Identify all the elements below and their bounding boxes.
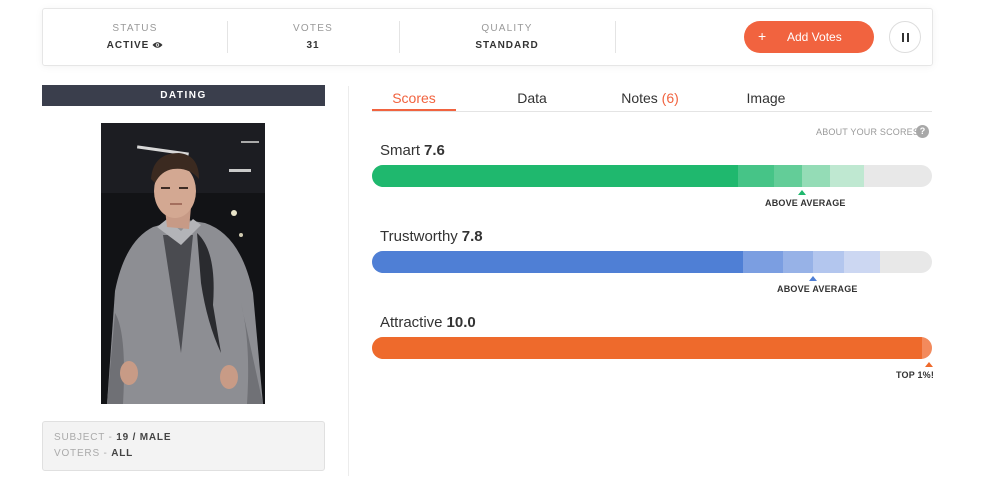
score-name: Smart bbox=[380, 142, 421, 159]
tab-data[interactable]: Data bbox=[492, 90, 572, 106]
score-bar-attractive bbox=[372, 337, 932, 359]
score-band bbox=[830, 165, 864, 187]
score-marker bbox=[925, 362, 933, 367]
status-value-row: ACTIVE bbox=[43, 40, 227, 51]
score-badge: ABOVE AVERAGE bbox=[777, 284, 858, 294]
stats-bar: STATUS ACTIVE VOTES 31 QUALITY STANDARD … bbox=[42, 8, 933, 66]
tab-notes-label: Notes bbox=[621, 90, 658, 106]
help-icon[interactable]: ? bbox=[916, 125, 929, 138]
plus-icon: + bbox=[758, 28, 767, 44]
active-tab-indicator bbox=[372, 109, 456, 111]
score-fill bbox=[372, 165, 738, 187]
quality-label: QUALITY bbox=[481, 23, 533, 34]
score-band bbox=[922, 337, 932, 359]
subject-row: SUBJECT - 19 / MALE bbox=[54, 432, 171, 443]
score-bar-trustworthy bbox=[372, 251, 932, 273]
score-band bbox=[844, 251, 880, 273]
quality-stat: QUALITY STANDARD bbox=[399, 9, 615, 65]
votes-stat: VOTES 31 bbox=[227, 9, 399, 65]
eye-icon bbox=[152, 42, 163, 48]
subject-info: SUBJECT - 19 / MALE VOTERS - ALL bbox=[42, 421, 325, 471]
score-title-trustworthy: Trustworthy 7.8 bbox=[380, 228, 483, 245]
quality-value: STANDARD bbox=[475, 40, 539, 51]
score-band bbox=[813, 251, 844, 273]
add-votes-button[interactable]: + Add Votes bbox=[744, 21, 874, 53]
score-band bbox=[783, 251, 813, 273]
tab-notes[interactable]: Notes (6) bbox=[610, 90, 690, 106]
score-value: 7.6 bbox=[424, 142, 445, 159]
status-value: ACTIVE bbox=[106, 40, 150, 51]
score-title-attractive: Attractive 10.0 bbox=[380, 314, 476, 331]
score-name: Attractive bbox=[380, 314, 443, 331]
column-divider bbox=[348, 86, 349, 476]
tab-bar: Scores Data Notes (6) Image bbox=[372, 86, 932, 112]
voters-key: VOTERS - bbox=[54, 448, 108, 459]
score-fill bbox=[372, 251, 743, 273]
tab-scores[interactable]: Scores bbox=[372, 90, 456, 106]
add-votes-label: Add Votes bbox=[787, 30, 842, 44]
subject-photo-image bbox=[101, 123, 265, 404]
score-badge: TOP 1%! bbox=[896, 370, 935, 380]
votes-value: 31 bbox=[306, 40, 320, 51]
voters-row: VOTERS - ALL bbox=[54, 448, 133, 459]
subject-value: 19 / MALE bbox=[116, 432, 172, 443]
category-header: DATING bbox=[42, 85, 325, 106]
score-title-smart: Smart 7.6 bbox=[380, 142, 445, 159]
votes-label: VOTES bbox=[293, 23, 333, 34]
score-fill bbox=[372, 337, 922, 359]
score-band bbox=[802, 165, 830, 187]
score-value: 10.0 bbox=[446, 314, 476, 331]
score-bar-smart bbox=[372, 165, 932, 187]
subject-key: SUBJECT - bbox=[54, 432, 113, 443]
status-stat: STATUS ACTIVE bbox=[43, 9, 227, 65]
notes-count-badge: (6) bbox=[661, 90, 679, 106]
score-badge: ABOVE AVERAGE bbox=[765, 198, 846, 208]
score-marker bbox=[809, 276, 817, 281]
pause-icon bbox=[902, 33, 904, 42]
score-band bbox=[738, 165, 774, 187]
subject-photo bbox=[101, 123, 265, 404]
stat-divider bbox=[615, 21, 616, 53]
voters-value: ALL bbox=[111, 448, 134, 459]
status-label: STATUS bbox=[112, 23, 158, 34]
score-band bbox=[774, 165, 802, 187]
score-name: Trustworthy bbox=[380, 228, 458, 245]
pause-button[interactable] bbox=[889, 21, 921, 53]
score-marker bbox=[798, 190, 806, 195]
score-value: 7.8 bbox=[461, 228, 483, 245]
tab-image[interactable]: Image bbox=[726, 90, 806, 106]
about-scores-link[interactable]: ABOUT YOUR SCORES bbox=[816, 127, 919, 137]
score-band bbox=[743, 251, 783, 273]
